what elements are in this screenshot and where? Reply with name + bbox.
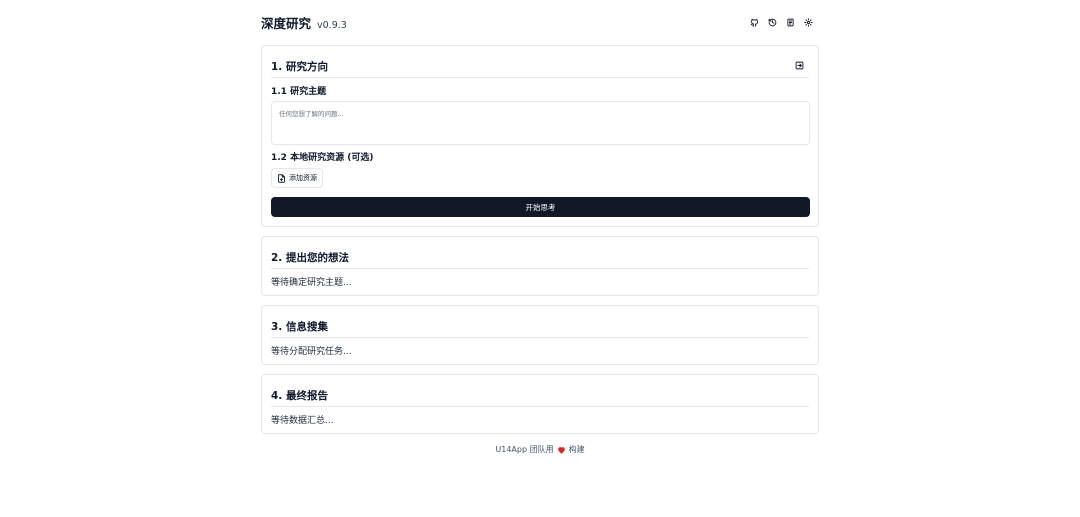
final-report-card: 4. 最终报告 等待数据汇总... — [261, 374, 819, 434]
section-title: 3. 信息搜集 — [271, 321, 328, 333]
section-title: 2. 提出您的想法 — [271, 252, 349, 264]
settings-icon[interactable] — [804, 18, 813, 27]
resources-label: 1.2 本地研究资源 (可选) — [271, 153, 374, 163]
information-gathering-card: 3. 信息搜集 等待分配研究任务... — [261, 305, 819, 365]
divider — [271, 77, 809, 78]
divider — [271, 268, 809, 269]
notes-icon[interactable] — [786, 18, 795, 27]
header-actions — [750, 18, 819, 27]
heart-icon — [557, 446, 565, 454]
ideas-card: 2. 提出您的想法 等待确定研究主题... — [261, 236, 819, 296]
footer: U14App 团队用 构建 — [0, 444, 1080, 455]
section-title: 1. 研究方向 — [271, 61, 328, 73]
start-thinking-button[interactable]: 开始思考 — [271, 197, 810, 217]
app-title: 深度研究 — [261, 16, 312, 31]
github-icon[interactable] — [750, 18, 759, 27]
divider — [271, 337, 809, 338]
add-resource-label: 添加资源 — [289, 174, 317, 182]
collapse-icon[interactable] — [795, 61, 804, 70]
section-status: 等待确定研究主题... — [271, 278, 352, 288]
header: 深度研究 v0.9.3 — [261, 0, 819, 45]
section-title: 4. 最终报告 — [271, 390, 328, 402]
brand: 深度研究 v0.9.3 — [261, 13, 347, 32]
start-thinking-label: 开始思考 — [525, 202, 556, 212]
history-icon[interactable] — [768, 18, 777, 27]
divider — [271, 406, 809, 407]
file-plus-icon — [278, 173, 285, 183]
footer-text-before: U14App 团队用 — [495, 445, 554, 454]
section-status: 等待分配研究任务... — [271, 347, 352, 357]
app-container: 深度研究 v0.9.3 1. 研究方向 1.1 研究主题 1.2 本地研究资 — [261, 0, 819, 434]
footer-text-after: 构建 — [568, 445, 585, 454]
section-status: 等待数据汇总... — [271, 416, 334, 426]
app-version: v0.9.3 — [317, 20, 347, 31]
topic-input[interactable] — [271, 101, 810, 145]
add-resource-button[interactable]: 添加资源 — [271, 168, 323, 188]
research-direction-card: 1. 研究方向 1.1 研究主题 1.2 本地研究资源 (可选) 添加资源 开始… — [261, 45, 819, 227]
topic-label: 1.1 研究主题 — [271, 87, 327, 97]
